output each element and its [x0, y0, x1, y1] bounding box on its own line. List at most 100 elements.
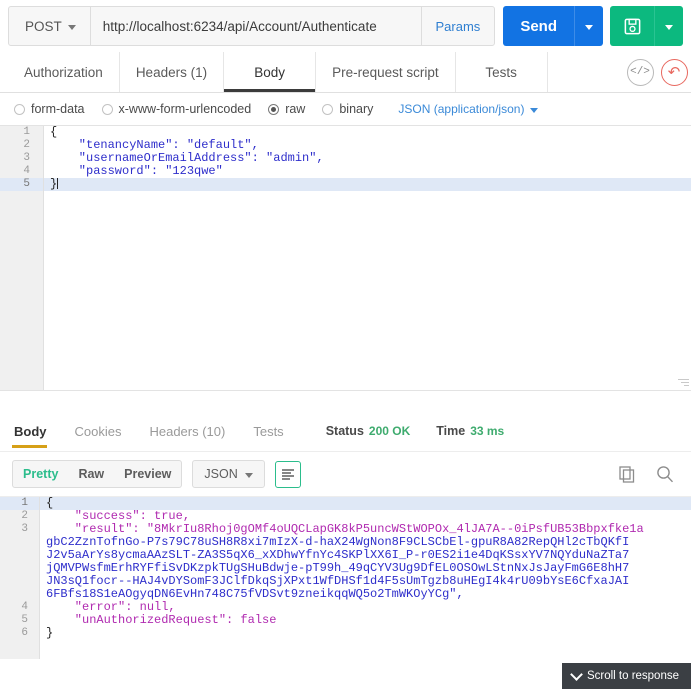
response-tab-tests[interactable]: Tests	[251, 414, 295, 448]
radio-icon	[14, 103, 25, 115]
word-wrap-button[interactable]	[274, 460, 301, 488]
response-format-selector[interactable]: JSON	[192, 460, 265, 488]
chevron-down-icon	[244, 472, 253, 478]
view-raw-button[interactable]: Raw	[68, 461, 114, 487]
chevron-down-icon	[585, 24, 593, 30]
tab-headers[interactable]: Headers (1)	[120, 52, 225, 92]
code-line-text: }	[50, 177, 58, 191]
status-label: Status	[325, 424, 364, 438]
tab-authorization[interactable]: Authorization	[8, 52, 120, 92]
code-snippet-button[interactable]: </>	[623, 52, 657, 92]
chevron-down-icon	[67, 24, 76, 30]
params-button[interactable]: Params	[420, 7, 495, 45]
search-button[interactable]	[651, 460, 679, 488]
chevron-down-icon	[665, 24, 673, 30]
code-line: "password": "123qwe"	[50, 164, 223, 178]
response-status-group: Status 200 OK Time 33 ms	[326, 424, 505, 438]
response-code-line: "unAuthorizedRequest": false	[46, 613, 277, 627]
response-separator	[0, 391, 691, 411]
reset-button[interactable]: ↶	[657, 52, 691, 92]
editor-resize-handle[interactable]	[678, 377, 689, 388]
time-value: 33 ms	[470, 424, 505, 438]
send-button[interactable]: Send	[503, 6, 574, 46]
line-number: 1	[23, 126, 30, 138]
line-number	[0, 549, 39, 562]
search-icon	[657, 466, 674, 483]
save-button-group	[610, 6, 683, 46]
body-type-urlencoded[interactable]: x-www-form-urlencoded	[100, 102, 261, 116]
method-url-group: POST Params	[8, 6, 496, 46]
response-tabs: Body Cookies Headers (10) Tests Status 2…	[0, 411, 691, 452]
response-gutter: 1 2 3 4 5 6	[0, 497, 40, 659]
tab-tests[interactable]: Tests	[456, 52, 548, 92]
line-number: 4	[21, 601, 28, 613]
body-type-label: form-data	[31, 102, 85, 116]
request-code-area[interactable]: { "tenancyName": "default", "usernameOrE…	[44, 126, 691, 390]
body-format-selector[interactable]: JSON (application/json)	[398, 102, 539, 116]
body-type-raw[interactable]: raw	[266, 102, 314, 116]
line-number: 4	[23, 165, 30, 177]
status-value: 200 OK	[368, 424, 411, 438]
save-disk-icon	[624, 18, 640, 34]
code-brackets-icon: </>	[626, 58, 654, 86]
line-number: 2	[21, 510, 28, 522]
body-type-form-data[interactable]: form-data	[12, 102, 94, 116]
body-type-row: form-data x-www-form-urlencoded raw bina…	[0, 93, 691, 125]
line-number	[0, 536, 39, 549]
scroll-to-response-label: Scroll to response	[586, 670, 679, 682]
line-number: 1	[0, 497, 39, 510]
response-code-area[interactable]: { "success": true, "result": "8MkrIu8Rho…	[40, 497, 691, 659]
radio-icon	[101, 103, 113, 115]
line-number: 3	[23, 152, 30, 164]
body-type-label: x-www-form-urlencoded	[118, 102, 252, 116]
copy-icon	[619, 465, 635, 483]
radio-icon	[322, 103, 334, 115]
response-code-line: }	[46, 626, 54, 640]
request-url-input[interactable]	[90, 7, 421, 45]
line-number: 6	[21, 627, 28, 639]
code-line-active: }	[44, 178, 691, 191]
line-number	[0, 588, 39, 601]
line-number: 2	[23, 139, 30, 151]
body-format-label: JSON (application/json)	[398, 102, 525, 116]
body-type-binary[interactable]: binary	[320, 102, 382, 116]
request-body-editor[interactable]: 1 2 3 4 5 { "tenancyName": "default", "u…	[0, 125, 691, 391]
http-method-selector[interactable]: POST	[9, 7, 91, 45]
response-view-switch: Pretty Raw Preview	[12, 460, 183, 488]
body-type-label: binary	[339, 102, 374, 116]
send-button-group: Send	[503, 6, 603, 46]
radio-icon-selected	[268, 103, 280, 115]
line-number: 5	[0, 178, 43, 191]
line-number	[0, 575, 39, 588]
tabs-spacer	[548, 52, 623, 92]
copy-button[interactable]	[613, 460, 641, 488]
response-tab-body[interactable]: Body	[12, 414, 59, 448]
time-label: Time	[436, 424, 466, 438]
line-number: 5	[21, 614, 28, 626]
body-type-label: raw	[285, 102, 306, 116]
request-url-bar: POST Params Send	[0, 0, 691, 52]
response-body-editor[interactable]: 1 2 3 4 5 6 { "success": true, "result":…	[0, 496, 691, 659]
response-toolbar: Pretty Raw Preview JSON	[0, 452, 691, 496]
request-tabs: Authorization Headers (1) Body Pre-reque…	[0, 52, 691, 93]
reset-circle-arrow-icon: ↶	[660, 58, 688, 86]
line-number	[0, 562, 39, 575]
request-gutter: 1 2 3 4 5	[0, 126, 44, 390]
tab-body[interactable]: Body	[224, 52, 317, 92]
save-button[interactable]	[610, 6, 654, 46]
view-pretty-button[interactable]: Pretty	[13, 461, 68, 487]
chevron-down-icon	[570, 667, 583, 681]
response-tab-cookies[interactable]: Cookies	[73, 414, 134, 448]
chevron-down-icon	[530, 107, 539, 113]
line-number: 3	[21, 523, 28, 535]
tab-pre-request-script[interactable]: Pre-request script	[316, 52, 456, 92]
word-wrap-icon	[281, 468, 294, 480]
text-cursor	[57, 178, 59, 189]
scroll-to-response-button[interactable]: Scroll to response	[561, 663, 691, 689]
response-format-label: JSON	[204, 467, 238, 481]
send-options-button[interactable]	[574, 6, 603, 46]
http-method-label: POST	[25, 18, 62, 34]
save-options-button[interactable]	[654, 6, 683, 46]
response-tab-headers[interactable]: Headers (10)	[147, 414, 237, 448]
view-preview-button[interactable]: Preview	[114, 461, 181, 487]
